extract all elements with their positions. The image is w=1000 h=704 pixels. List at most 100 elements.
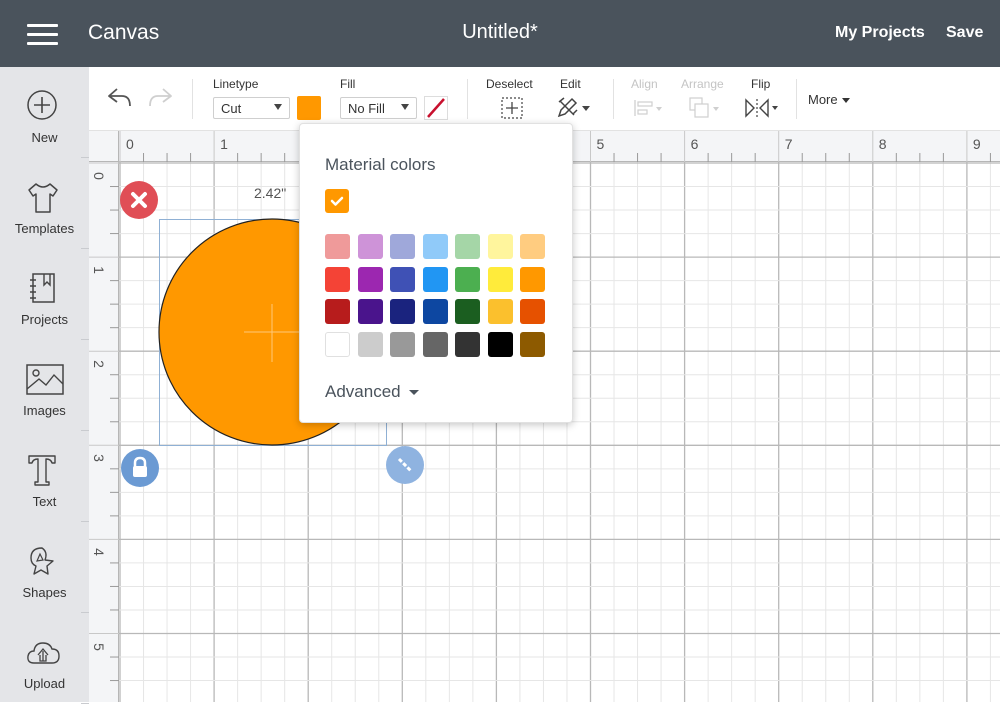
color-swatch[interactable] (487, 299, 513, 324)
fill-label: Fill (340, 77, 356, 91)
ruler-label: 8 (878, 136, 887, 152)
sidebar-label: Shapes (22, 585, 67, 600)
arrange-label: Arrange (681, 77, 724, 91)
color-swatch[interactable] (422, 234, 448, 259)
ruler-label: 5 (90, 642, 107, 651)
flip-label: Flip (751, 77, 771, 91)
save-button[interactable]: Save (946, 24, 983, 42)
linetype-color-swatch[interactable] (297, 96, 321, 120)
ruler-label: 0 (90, 172, 107, 180)
ruler-label: 7 (784, 136, 793, 152)
ruler-label: 2 (90, 360, 107, 369)
ruler-label: 0 (126, 136, 134, 152)
ruler-label: 6 (690, 136, 699, 152)
lock-icon (133, 456, 147, 477)
linetype-label: Linetype (213, 77, 259, 91)
color-swatch[interactable] (520, 299, 545, 324)
color-swatch[interactable] (455, 331, 480, 357)
deselect-label: Deselect (486, 77, 533, 91)
color-swatch[interactable] (390, 299, 415, 324)
cloud-upload-icon (27, 642, 60, 664)
sidebar-label: New (31, 130, 58, 145)
linetype-select[interactable]: Cut (213, 97, 290, 119)
align-label: Align (631, 77, 658, 91)
delete-handle[interactable] (120, 181, 158, 219)
left-sidebar: New Templates Projects Images Text Shape… (0, 67, 89, 704)
advanced-label: Advanced (325, 382, 401, 401)
checkmark-icon (330, 196, 344, 206)
no-fill-slash-icon[interactable] (424, 96, 448, 120)
color-swatch[interactable] (390, 234, 415, 259)
sidebar-label: Templates (14, 221, 75, 236)
arrange-icon[interactable] (689, 97, 723, 119)
color-swatch[interactable] (422, 331, 448, 357)
color-swatch[interactable] (487, 234, 513, 259)
color-swatch[interactable] (455, 266, 480, 292)
ruler-label: 9 (972, 136, 981, 152)
tshirt-icon (28, 183, 58, 213)
color-swatch[interactable] (487, 266, 513, 292)
sidebar-label: Images (23, 403, 66, 418)
color-swatch[interactable] (390, 266, 415, 292)
close-x-icon (131, 192, 147, 208)
edit-pencil-icon[interactable] (556, 97, 592, 119)
edit-toolbar: Linetype Cut Fill No Fill Deselect Edit … (89, 67, 1000, 131)
color-swatch[interactable] (357, 331, 383, 357)
color-swatch[interactable] (325, 331, 350, 357)
color-swatch[interactable] (520, 331, 545, 357)
ruler-label: 1 (220, 136, 228, 152)
ruler-label: 1 (90, 266, 107, 274)
sidebar-item-images[interactable]: Images (0, 340, 89, 431)
color-swatch[interactable] (325, 299, 350, 324)
linetype-value: Cut (221, 101, 242, 116)
lock-handle[interactable] (121, 449, 159, 487)
color-swatch[interactable] (520, 234, 545, 259)
my-projects-link[interactable]: My Projects (835, 24, 925, 42)
app-name: Canvas (88, 21, 160, 44)
hamburger-menu-icon[interactable] (27, 24, 58, 46)
color-swatch[interactable] (357, 234, 383, 259)
sidebar-label: Text (32, 494, 57, 509)
more-menu[interactable]: More (808, 92, 851, 107)
sidebar-item-projects[interactable]: Projects (0, 249, 89, 340)
redo-icon[interactable] (147, 87, 173, 109)
color-swatch[interactable] (357, 266, 383, 292)
color-swatch[interactable] (455, 299, 480, 324)
document-title[interactable]: Untitled* (462, 21, 538, 43)
color-swatch[interactable] (520, 266, 545, 292)
undo-icon[interactable] (107, 87, 133, 109)
sidebar-item-upload[interactable]: Upload (0, 613, 89, 704)
color-picker-popover: Material colors Advanced (299, 123, 573, 423)
more-label: More (808, 92, 838, 107)
plus-circle-icon (27, 90, 57, 120)
color-swatch[interactable] (325, 266, 350, 292)
popover-title: Material colors (325, 155, 436, 174)
deselect-icon[interactable] (501, 97, 523, 119)
color-swatch[interactable] (325, 234, 350, 259)
color-swatch[interactable] (487, 331, 513, 357)
sidebar-item-text[interactable]: Text (0, 431, 89, 522)
sidebar-item-shapes[interactable]: Shapes (0, 522, 89, 613)
color-swatch[interactable] (357, 299, 383, 324)
color-swatch[interactable] (422, 266, 448, 292)
fill-value: No Fill (348, 101, 385, 116)
selected-color-swatch[interactable] (325, 189, 349, 213)
resize-handle[interactable] (386, 446, 424, 484)
sidebar-item-new[interactable]: New (0, 67, 89, 158)
text-t-icon (28, 455, 56, 486)
align-icon[interactable] (634, 99, 664, 117)
color-swatch[interactable] (455, 234, 480, 259)
sidebar-label: Projects (21, 312, 68, 327)
caret-down-icon (408, 390, 419, 396)
color-swatch[interactable] (422, 299, 448, 324)
shapes-icon (30, 547, 54, 575)
flip-icon[interactable] (745, 98, 781, 118)
sidebar-item-templates[interactable]: Templates (0, 158, 89, 249)
top-header: Canvas Untitled* My Projects Save (0, 0, 1000, 67)
advanced-toggle[interactable]: Advanced (325, 382, 419, 402)
vertical-ruler[interactable] (89, 131, 119, 702)
ruler-corner (89, 131, 119, 162)
fill-select[interactable]: No Fill (340, 97, 417, 119)
color-swatch[interactable] (390, 331, 415, 357)
ruler-label: 5 (596, 136, 605, 152)
